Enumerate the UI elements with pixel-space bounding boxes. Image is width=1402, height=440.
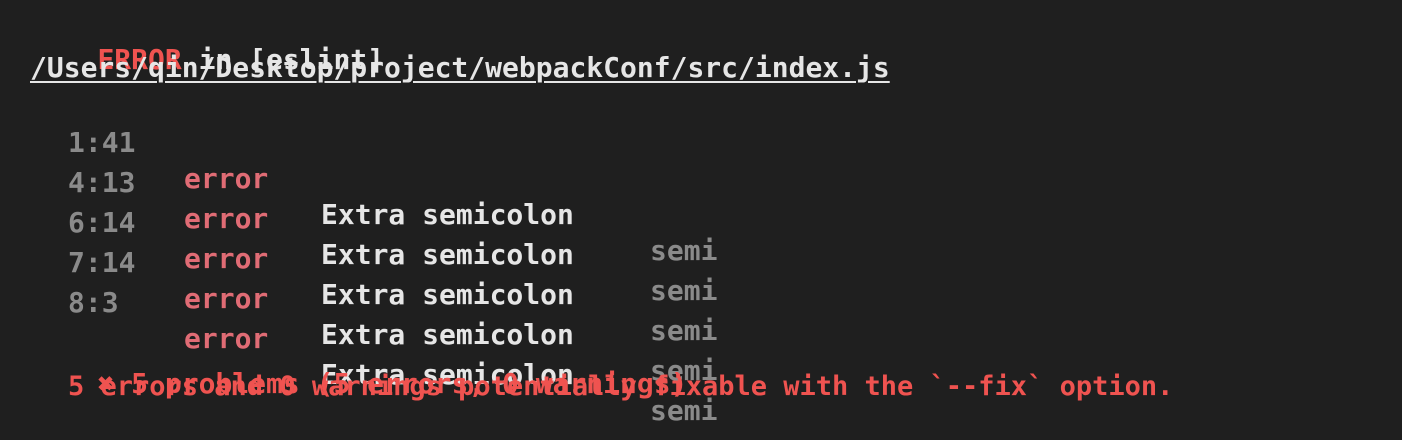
problem-position: 8:3 [68,286,119,319]
problem-row: 1:41 error Extra semicolon semi [30,89,930,267]
problem-row: 8:3 error Extra semicolon semi [30,249,930,427]
problem-row: 4:13 error Extra semicolon semi [30,129,930,307]
problem-row: 6:14 error Extra semicolon semi [30,169,930,347]
fixable-hint: 5 errors and 0 warnings potentially fixa… [68,371,1174,402]
file-path[interactable]: /Users/qin/Desktop/project/webpackConf/s… [30,50,890,86]
problem-row: 7:14 error Extra semicolon semi [30,209,930,387]
summary-line: ✖ 5 problems (5 errors, 0 warnings) [30,330,687,400]
problem-severity: error [184,282,269,315]
terminal-output: ERROR in [eslint] /Users/qin/Desktop/pro… [0,0,1402,440]
error-header: ERROR in [eslint] [30,6,384,76]
